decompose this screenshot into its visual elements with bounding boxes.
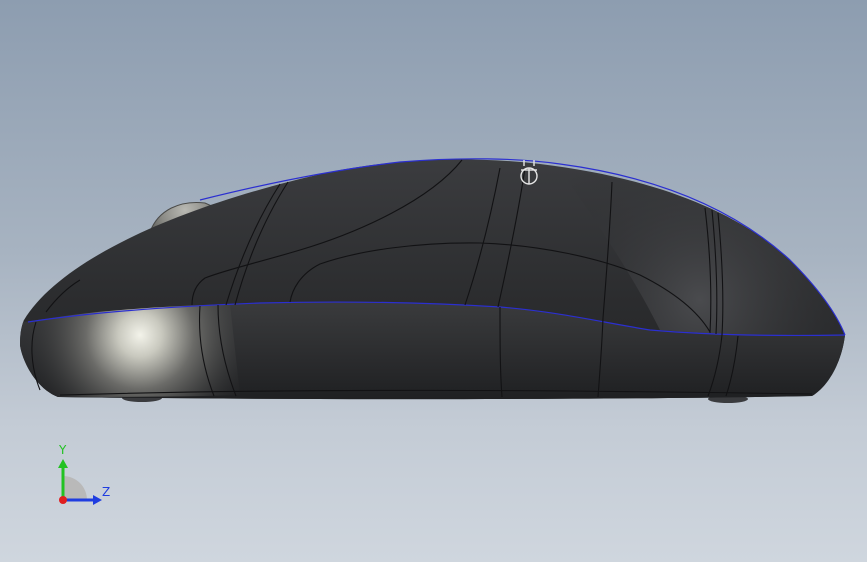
z-axis-label: Z [102,485,111,499]
graphics-viewport[interactable]: Y Z [0,0,867,562]
view-orientation-triad: Y Z [50,440,120,510]
z-axis-arrow [93,495,102,505]
mouse-model[interactable] [0,0,867,562]
y-axis-arrow [58,459,68,468]
y-axis-label: Y [59,443,67,457]
triad-quadrant [63,476,87,500]
x-axis-point [59,496,67,504]
